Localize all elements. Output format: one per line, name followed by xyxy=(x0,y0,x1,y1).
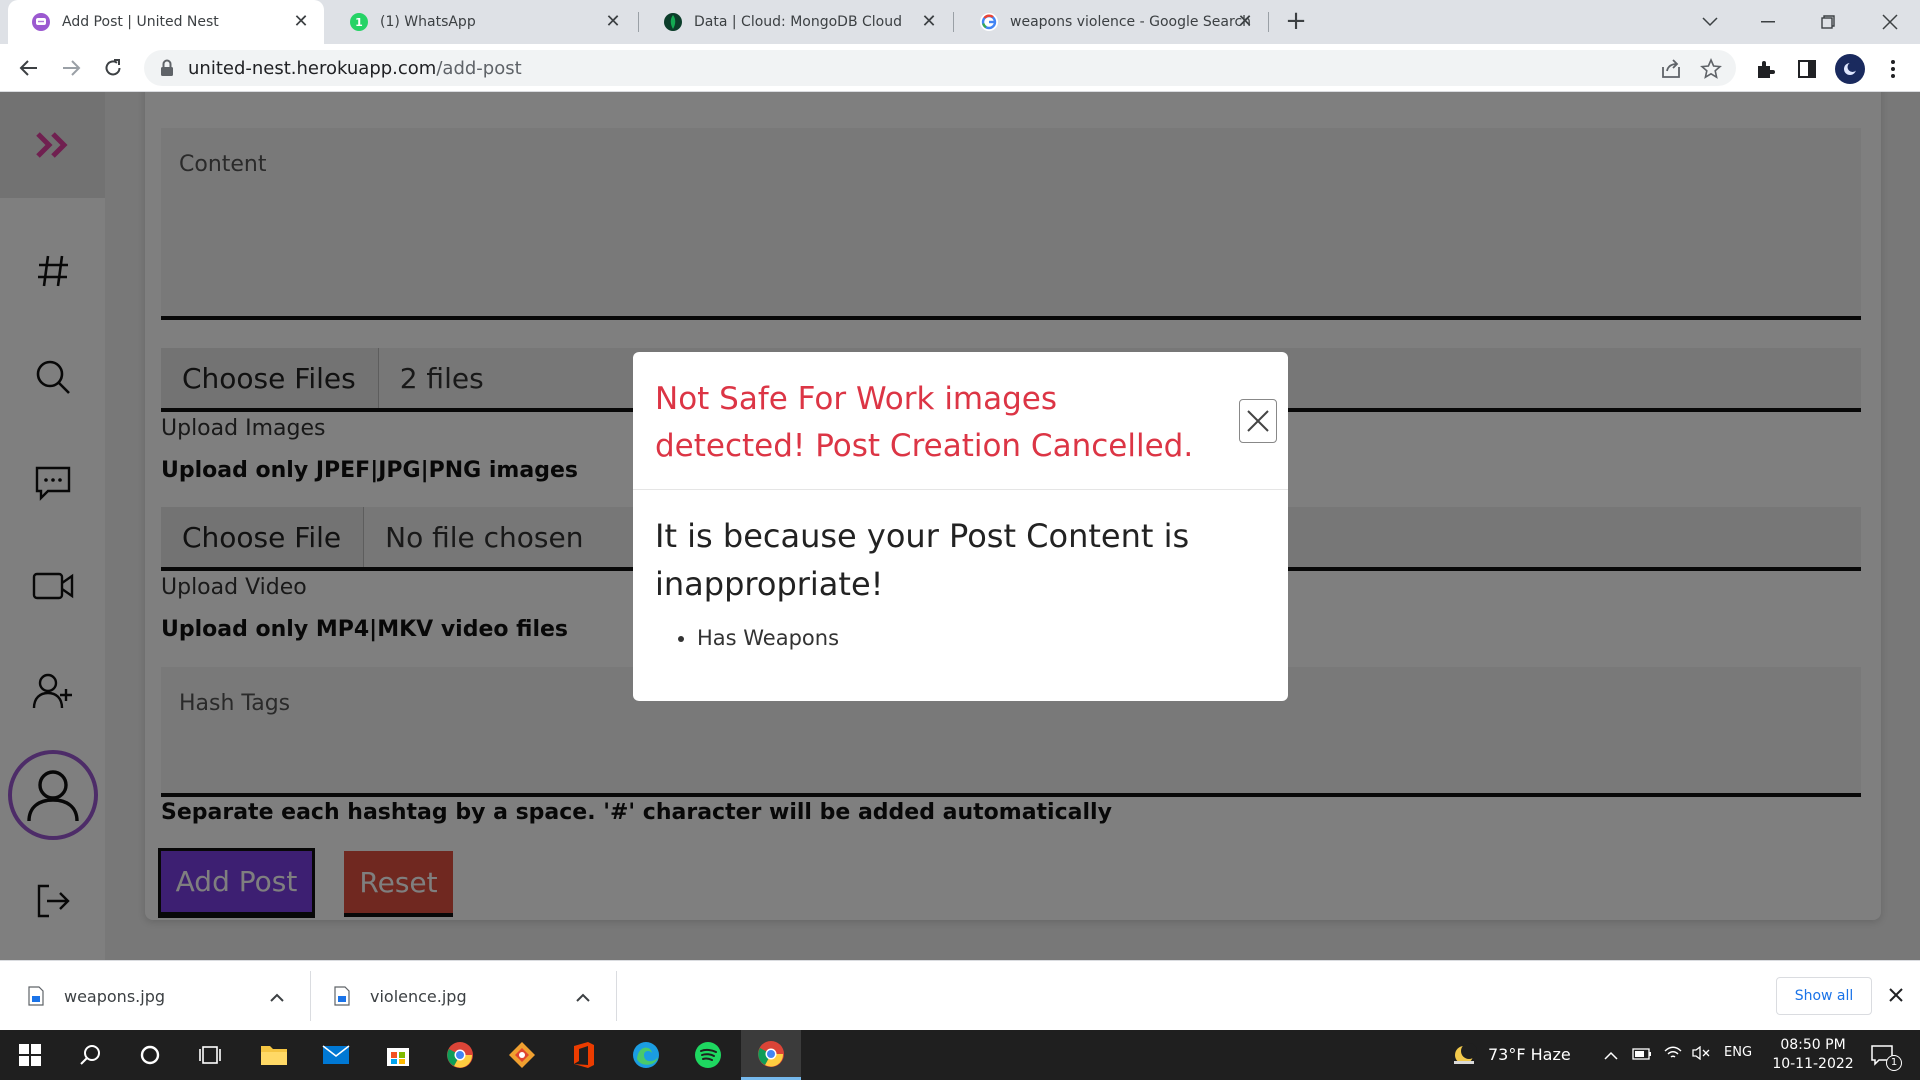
download-divider xyxy=(616,971,617,1021)
profile-avatar[interactable] xyxy=(1835,54,1865,84)
tab-search-icon[interactable] xyxy=(1690,6,1730,38)
close-window-icon[interactable] xyxy=(1870,6,1910,38)
page-viewport: Content Choose Files 2 files Upload Imag… xyxy=(0,92,1920,960)
chrome-icon xyxy=(757,1040,785,1072)
file-explorer-icon[interactable] xyxy=(258,1039,290,1071)
weather-moon-icon[interactable] xyxy=(1448,1039,1480,1071)
microsoft-store-icon[interactable] xyxy=(382,1039,414,1071)
tab-divider xyxy=(638,12,639,32)
download-item[interactable]: weapons.jpg xyxy=(28,971,288,1021)
minimize-icon[interactable] xyxy=(1748,6,1788,38)
image-file-icon xyxy=(334,986,350,1006)
download-filename: weapons.jpg xyxy=(64,986,165,1006)
tab-title: Add Post | United Nest xyxy=(62,14,219,30)
url-host: united-nest.herokuapp.com xyxy=(188,57,437,79)
close-tab-icon[interactable]: ✕ xyxy=(290,11,312,33)
download-divider xyxy=(310,971,311,1021)
clock-time: 08:50 PM xyxy=(1780,1037,1846,1053)
browser-toolbar: united-nest.herokuapp.com/add-post xyxy=(0,44,1920,92)
chrome-icon[interactable] xyxy=(444,1039,476,1071)
nsfw-alert-modal: Not Safe For Work images detected! Post … xyxy=(633,352,1288,701)
modal-title: Not Safe For Work images detected! Post … xyxy=(655,381,1194,464)
tab-title: Data | Cloud: MongoDB Cloud xyxy=(694,14,902,30)
windows-taskbar: 73°F Haze ENG 08:50 PM 10-11-2022 1 xyxy=(0,1030,1920,1080)
address-bar[interactable]: united-nest.herokuapp.com/add-post xyxy=(144,50,1736,86)
close-icon xyxy=(1247,410,1269,432)
download-filename: violence.jpg xyxy=(370,986,467,1006)
side-panel-icon[interactable] xyxy=(1794,56,1820,82)
close-tab-icon[interactable]: ✕ xyxy=(918,11,940,33)
mail-icon[interactable] xyxy=(320,1039,352,1071)
battery-icon[interactable] xyxy=(1632,1045,1652,1064)
taskbar-search-icon[interactable] xyxy=(74,1039,106,1071)
tab-divider xyxy=(953,12,954,32)
wifi-icon[interactable] xyxy=(1664,1045,1682,1064)
tab-title: weapons violence - Google Search xyxy=(1010,14,1252,30)
mongodb-icon xyxy=(664,13,682,31)
chevron-up-icon[interactable] xyxy=(576,987,590,1006)
united-nest-icon xyxy=(32,13,50,31)
image-file-icon xyxy=(28,986,44,1006)
close-tab-icon[interactable]: ✕ xyxy=(1234,11,1256,33)
lock-icon[interactable] xyxy=(160,59,174,82)
notification-badge: 1 xyxy=(1886,1055,1902,1071)
restore-icon[interactable] xyxy=(1808,6,1848,38)
google-icon xyxy=(980,13,998,31)
share-icon[interactable] xyxy=(1660,58,1682,80)
edge-icon[interactable] xyxy=(630,1039,662,1071)
office-icon[interactable] xyxy=(568,1039,600,1071)
reason-item: Has Weapons xyxy=(697,626,1255,650)
show-hidden-icons[interactable] xyxy=(1604,1045,1618,1064)
clock-date: 10-11-2022 xyxy=(1772,1056,1854,1072)
language-indicator[interactable]: ENG xyxy=(1724,1045,1752,1060)
forward-icon[interactable] xyxy=(57,54,85,82)
cortana-icon[interactable] xyxy=(134,1039,166,1071)
download-item[interactable]: violence.jpg xyxy=(334,971,594,1021)
new-tab-icon[interactable]: + xyxy=(1282,8,1310,36)
reload-icon[interactable] xyxy=(99,54,127,82)
tab-title: (1) WhatsApp xyxy=(380,14,476,30)
bookmark-star-icon[interactable] xyxy=(1700,57,1722,80)
more-menu-icon[interactable] xyxy=(1880,56,1906,82)
modal-message: It is because your Post Content is inapp… xyxy=(655,517,1190,603)
close-downloads-icon[interactable] xyxy=(1888,987,1904,1007)
downloads-bar: weapons.jpg violence.jpg Show all xyxy=(0,960,1920,1030)
modal-header: Not Safe For Work images detected! Post … xyxy=(633,352,1288,490)
chevron-up-icon[interactable] xyxy=(270,987,284,1006)
tab-mongodb[interactable]: Data | Cloud: MongoDB Cloud ✕ xyxy=(640,0,952,44)
modal-close-button[interactable] xyxy=(1239,399,1277,443)
extensions-icon[interactable] xyxy=(1752,56,1778,82)
show-all-button[interactable]: Show all xyxy=(1776,977,1872,1015)
active-chrome-window[interactable] xyxy=(741,1030,801,1080)
tab-whatsapp[interactable]: 1 (1) WhatsApp ✕ xyxy=(326,0,636,44)
speaker-muted-icon[interactable] xyxy=(1692,1045,1710,1064)
url-path: /add-post xyxy=(436,57,522,79)
spotify-icon[interactable] xyxy=(692,1039,724,1071)
tab-strip: Add Post | United Nest ✕ 1 (1) WhatsApp … xyxy=(0,0,1920,44)
clock[interactable]: 08:50 PM 10-11-2022 xyxy=(1768,1036,1858,1074)
notification-center-icon[interactable]: 1 xyxy=(1866,1039,1902,1071)
close-tab-icon[interactable]: ✕ xyxy=(602,11,624,33)
back-icon[interactable] xyxy=(15,54,43,82)
tab-divider xyxy=(1268,12,1269,32)
reason-list: Has Weapons xyxy=(655,626,1255,650)
tab-add-post[interactable]: Add Post | United Nest ✕ xyxy=(8,0,324,44)
modal-body: It is because your Post Content is inapp… xyxy=(655,512,1255,650)
windows-start-icon[interactable] xyxy=(14,1039,46,1071)
git-icon[interactable] xyxy=(506,1039,538,1071)
weather-text[interactable]: 73°F Haze xyxy=(1488,1045,1571,1064)
tab-google-search[interactable]: weapons violence - Google Search ✕ xyxy=(956,0,1268,44)
whatsapp-icon: 1 xyxy=(350,13,368,31)
task-view-icon[interactable] xyxy=(194,1039,226,1071)
